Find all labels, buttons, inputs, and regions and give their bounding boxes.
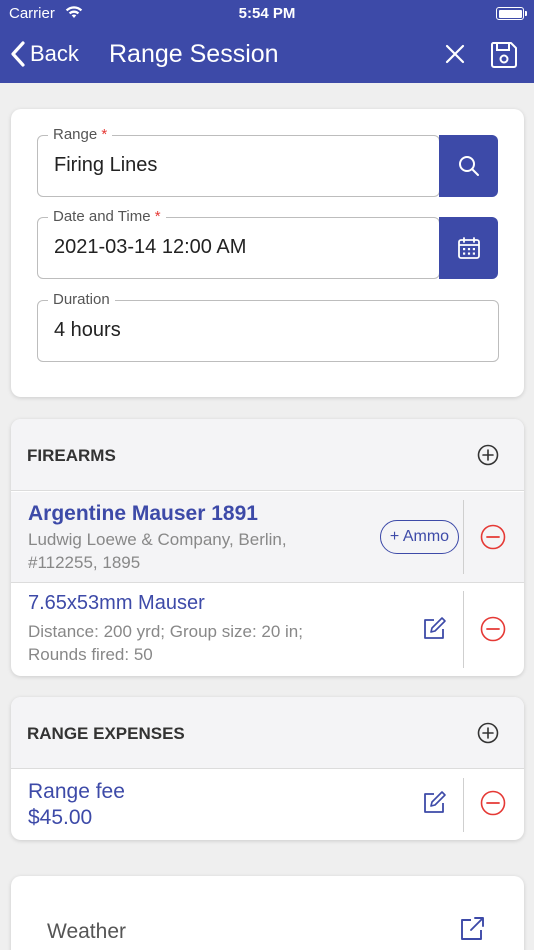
firearms-header: FIREARMS bbox=[11, 419, 524, 491]
status-bar: Carrier 5:54 PM bbox=[0, 0, 534, 30]
add-ammo-button[interactable]: + Ammo bbox=[380, 520, 459, 554]
weather-card[interactable]: Weather bbox=[11, 876, 524, 950]
add-firearm-icon[interactable] bbox=[477, 444, 499, 466]
save-icon[interactable] bbox=[489, 40, 519, 70]
firearm-details: Ludwig Loewe & Company, Berlin, #112255,… bbox=[28, 530, 287, 572]
edit-expense-icon[interactable] bbox=[421, 790, 447, 816]
ammo-name: 7.65x53mm Mauser bbox=[28, 592, 205, 614]
weather-label: Weather bbox=[47, 920, 126, 943]
page-title: Range Session bbox=[109, 40, 279, 68]
row-divider bbox=[463, 591, 464, 668]
firearm-row[interactable]: Argentine Mauser 1891 Ludwig Loewe & Com… bbox=[11, 492, 524, 583]
expenses-card: RANGE EXPENSES Range fee $45.00 bbox=[11, 697, 524, 840]
range-value: Firing Lines bbox=[54, 154, 158, 176]
firearm-name: Argentine Mauser 1891 bbox=[28, 502, 258, 525]
back-label: Back bbox=[30, 41, 79, 66]
remove-expense-icon[interactable] bbox=[480, 790, 506, 816]
duration-field[interactable]: Duration 4 hours bbox=[37, 291, 499, 362]
chevron-left-icon bbox=[11, 41, 25, 67]
expense-name: Range fee bbox=[28, 780, 125, 803]
expense-amount: $45.00 bbox=[28, 806, 93, 829]
duration-value: 4 hours bbox=[54, 319, 121, 341]
firearms-title: FIREARMS bbox=[27, 446, 116, 465]
remove-firearm-icon[interactable] bbox=[480, 524, 506, 550]
external-link-icon[interactable] bbox=[458, 915, 486, 943]
ammo-details: Distance: 200 yrd; Group size: 20 in; Ro… bbox=[28, 622, 303, 664]
duration-field-label: Duration bbox=[48, 291, 115, 308]
remove-ammo-icon[interactable] bbox=[480, 616, 506, 642]
range-field[interactable]: Range * Firing Lines bbox=[37, 126, 440, 197]
battery-icon bbox=[496, 7, 527, 20]
range-field-label: Range * bbox=[48, 126, 113, 143]
session-form-card: Range * Firing Lines Date and Time * 202… bbox=[11, 109, 524, 397]
row-divider bbox=[463, 778, 464, 832]
expenses-title: RANGE EXPENSES bbox=[27, 724, 185, 743]
calendar-button[interactable] bbox=[439, 217, 498, 279]
calendar-icon bbox=[457, 237, 480, 259]
datetime-value: 2021-03-14 12:00 AM bbox=[54, 236, 247, 258]
navigation-bar: Carrier 5:54 PM Back Range Session bbox=[0, 0, 534, 83]
close-icon[interactable] bbox=[444, 43, 466, 65]
expenses-header: RANGE EXPENSES bbox=[11, 697, 524, 769]
back-button[interactable]: Back bbox=[10, 38, 79, 70]
edit-ammo-icon[interactable] bbox=[421, 616, 447, 642]
firearms-card: FIREARMS Argentine Mauser 1891 Ludwig Lo… bbox=[11, 419, 524, 676]
datetime-field[interactable]: Date and Time * 2021-03-14 12:00 AM bbox=[37, 208, 440, 279]
status-time: 5:54 PM bbox=[238, 5, 296, 22]
search-icon bbox=[458, 156, 479, 176]
datetime-field-label: Date and Time * bbox=[48, 208, 166, 225]
add-expense-icon[interactable] bbox=[477, 722, 499, 744]
range-search-button[interactable] bbox=[439, 135, 498, 197]
expense-row[interactable]: Range fee $45.00 bbox=[11, 770, 524, 840]
row-divider bbox=[463, 500, 464, 574]
ammo-row[interactable]: 7.65x53mm Mauser Distance: 200 yrd; Grou… bbox=[11, 583, 524, 676]
